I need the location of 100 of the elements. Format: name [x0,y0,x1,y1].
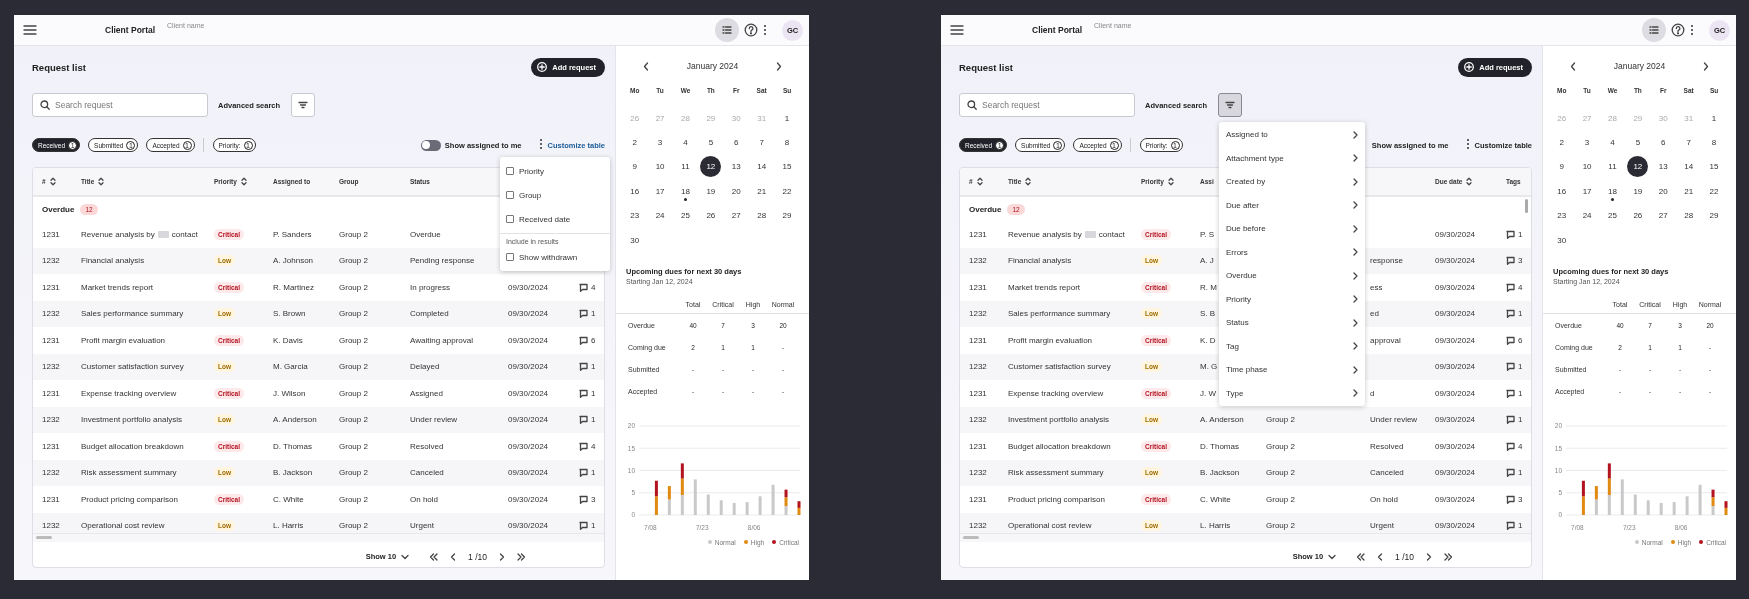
sort-icon[interactable] [1025,177,1032,186]
calendar-day[interactable]: 11 [674,156,696,178]
calendar-day[interactable]: 2 [624,132,646,154]
chevron-left-icon[interactable] [1377,552,1384,561]
list-view-button[interactable] [715,18,739,42]
checkbox[interactable] [506,253,514,261]
checkbox[interactable] [506,167,514,175]
calendar-day[interactable]: 21 [1678,180,1700,202]
calendar-day[interactable]: 12 [1627,156,1649,178]
double-chevron-left-icon[interactable] [1356,552,1366,561]
sort-icon[interactable] [98,177,105,186]
sort-icon[interactable] [240,177,247,186]
filter-button[interactable] [291,93,316,117]
calendar-day[interactable]: 3 [649,132,671,154]
calendar-day[interactable]: 20 [725,180,747,202]
calendar-day[interactable]: 12 [700,156,722,178]
calendar-day[interactable]: 19 [1627,180,1649,202]
calendar-day[interactable]: 17 [1576,180,1598,202]
calendar-day[interactable]: 6 [725,132,747,154]
calendar-day[interactable]: 30 [1551,229,1573,251]
calendar-day[interactable]: 7 [751,132,773,154]
help-icon[interactable] [744,23,758,37]
calendar-day[interactable]: 13 [725,156,747,178]
menu-item[interactable]: Show withdrawn [500,245,610,269]
menu-item[interactable]: Due before [1219,217,1365,241]
calendar-day[interactable]: 25 [674,205,696,227]
menu-item[interactable]: Priority [1219,287,1365,311]
calendar-day[interactable]: 4 [674,132,696,154]
calendar-day[interactable]: 5 [1627,132,1649,154]
calendar-day[interactable]: 8 [776,132,798,154]
sort-icon[interactable] [976,177,983,186]
calendar-day[interactable]: 24 [1576,205,1598,227]
help-icon[interactable] [1671,23,1685,37]
checkbox[interactable] [506,191,514,199]
chevron-left-icon[interactable] [450,552,457,561]
calendar-day[interactable]: 18 [1601,180,1623,202]
toggle-switch[interactable] [420,139,441,151]
list-view-button[interactable] [1642,18,1666,42]
calendar-day[interactable]: 15 [1703,156,1725,178]
menu-item[interactable]: Created by [1219,170,1365,194]
chevron-left-icon[interactable] [1570,61,1576,71]
calendar-day[interactable]: 27 [1652,205,1674,227]
calendar-day[interactable]: 14 [751,156,773,178]
calendar-day[interactable]: 13 [1652,156,1674,178]
calendar-day[interactable]: 10 [1576,156,1598,178]
chevron-right-icon[interactable] [1703,61,1709,71]
menu-item[interactable]: Overdue [1219,264,1365,288]
calendar-day[interactable]: 9 [624,156,646,178]
menu-item[interactable]: Attachment type [1219,146,1365,170]
sort-icon[interactable] [49,177,56,186]
calendar-day[interactable]: 3 [1576,132,1598,154]
filter-button[interactable] [1218,93,1243,117]
calendar-day[interactable]: 30 [624,229,646,251]
menu-item[interactable]: Tag [1219,334,1365,358]
menu-item[interactable]: Assigned to [1219,123,1365,147]
calendar-day[interactable]: 29 [1703,205,1725,227]
chevron-left-icon[interactable] [643,61,649,71]
calendar-day[interactable]: 11 [1601,156,1623,178]
menu-icon[interactable] [23,23,37,37]
menu-item[interactable]: Time phase [1219,358,1365,382]
double-chevron-right-icon[interactable] [1444,552,1453,561]
sort-icon[interactable] [1167,177,1174,186]
scrollbar-thumb[interactable] [963,536,979,539]
calendar-day[interactable]: 26 [1627,205,1649,227]
calendar-day[interactable]: 1 [1703,107,1725,129]
calendar-day[interactable]: 10 [649,156,671,178]
double-chevron-left-icon[interactable] [429,552,439,561]
calendar-day[interactable]: 23 [1551,205,1573,227]
search-field[interactable]: Search request [959,93,1135,117]
calendar-day[interactable]: 4 [1601,132,1623,154]
calendar-day[interactable]: 21 [751,180,773,202]
menu-item[interactable]: Status [1219,311,1365,335]
kebab-menu-icon[interactable] [1466,138,1471,150]
menu-item[interactable]: Errors [1219,240,1365,264]
calendar-day[interactable]: 5 [700,132,722,154]
calendar-day[interactable]: 6 [1652,132,1674,154]
filter-icon[interactable] [298,100,309,110]
chevron-down-icon[interactable] [1328,553,1337,560]
calendar-day[interactable]: 14 [1678,156,1700,178]
calendar-day[interactable]: 29 [776,205,798,227]
calendar-day[interactable]: 8 [1703,132,1725,154]
kebab-menu-icon[interactable] [763,23,767,37]
calendar-day[interactable]: 16 [624,180,646,202]
chevron-right-icon[interactable] [499,552,505,561]
list-icon[interactable] [722,25,732,35]
menu-item[interactable]: Due after [1219,193,1365,217]
double-chevron-right-icon[interactable] [517,552,526,561]
calendar-day[interactable]: 16 [1551,180,1573,202]
menu-item[interactable]: Received date [500,207,610,231]
calendar-day[interactable]: 28 [751,205,773,227]
calendar-day[interactable]: 18 [674,180,696,202]
search-field[interactable]: Search request [32,93,208,117]
menu-icon[interactable] [950,23,964,37]
chevron-right-icon[interactable] [1426,552,1432,561]
filter-icon[interactable] [1225,100,1236,110]
kebab-menu-icon[interactable] [1690,23,1694,37]
calendar-day[interactable]: 17 [649,180,671,202]
calendar-day[interactable]: 27 [725,205,747,227]
calendar-day[interactable]: 22 [776,180,798,202]
scrollbar-thumb[interactable] [36,536,52,539]
